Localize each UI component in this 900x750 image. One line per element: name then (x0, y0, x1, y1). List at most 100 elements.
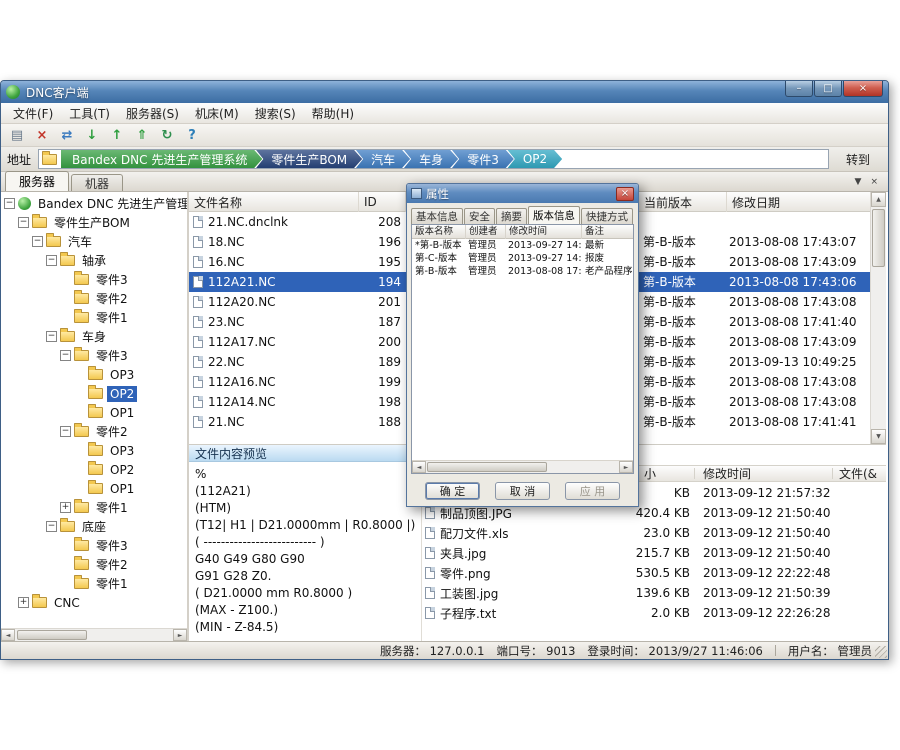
column-header-note[interactable]: 备注 (582, 225, 633, 239)
tree-item[interactable]: OP1 (1, 479, 187, 498)
scroll-up-icon[interactable]: ▲ (871, 192, 886, 207)
close-button[interactable]: × (843, 81, 883, 97)
tree-item[interactable]: OP1 (1, 403, 187, 422)
tree-expander-icon[interactable]: − (46, 331, 57, 342)
scroll-left-icon[interactable]: ◄ (412, 461, 426, 473)
version-row[interactable]: *第-B-版本管理员2013-09-27 14:...最新 (412, 239, 633, 252)
dialog-tab[interactable]: 基本信息 (411, 208, 463, 224)
menu-item[interactable]: 文件(F) (5, 103, 61, 124)
column-header-creator[interactable]: 创建者 (466, 225, 506, 239)
tree-expander-icon[interactable]: + (18, 597, 29, 608)
dialog-tab[interactable]: 版本信息 (528, 206, 580, 224)
tree-item[interactable]: 零件3 (1, 536, 187, 555)
tree-expander-icon[interactable]: − (32, 236, 43, 247)
scrollbar-thumb[interactable] (872, 209, 885, 267)
attachment-row[interactable]: 零件.png530.5 KB2013-09-12 22:22:48 (422, 563, 886, 583)
scrollbar-track[interactable] (426, 461, 619, 473)
tree-item[interactable]: −零件2 (1, 422, 187, 441)
tree-item[interactable]: 零件1 (1, 308, 187, 327)
breadcrumb-segment[interactable]: Bandex DNC 先进生产管理系统 (61, 149, 262, 169)
tree-expander-icon[interactable]: − (18, 217, 29, 228)
send-icon[interactable]: ⇑ (132, 126, 152, 145)
tree-item[interactable]: OP2 (1, 384, 187, 403)
tree-expander-icon[interactable]: − (60, 426, 71, 437)
breadcrumb-segment[interactable]: OP2 (507, 149, 562, 169)
tree-item[interactable]: −零件3 (1, 346, 187, 365)
scrollbar-track[interactable] (15, 629, 173, 641)
column-header-size[interactable]: 小 (644, 466, 656, 483)
download-icon[interactable]: ↓ (82, 126, 102, 145)
scroll-left-icon[interactable]: ◄ (1, 629, 15, 641)
attachment-row[interactable]: 工装图.jpg139.6 KB2013-09-12 21:50:39 (422, 583, 886, 603)
version-row[interactable]: 第-B-版本管理员2013-08-08 17:...老产品程序 (412, 265, 633, 278)
scroll-right-icon[interactable]: ► (173, 629, 187, 641)
breadcrumb-segment[interactable]: 车身 (403, 149, 458, 169)
menu-item[interactable]: 工具(T) (61, 103, 118, 124)
attachment-row[interactable]: 配刀文件.xls23.0 KB2013-09-12 21:50:40 (422, 523, 886, 543)
tree-item[interactable]: +CNC (1, 593, 187, 612)
transfer-icon[interactable]: ⇄ (57, 126, 77, 145)
tree-item[interactable]: OP2 (1, 460, 187, 479)
column-header-modified[interactable]: 修改时间 (703, 466, 751, 483)
delete-icon[interactable]: × (32, 126, 52, 145)
tree-expander-icon[interactable]: + (60, 502, 71, 513)
tree-item[interactable]: −轴承 (1, 251, 187, 270)
tree-item[interactable]: 零件1 (1, 574, 187, 593)
tree-item[interactable]: −零件生产BOM (1, 213, 187, 232)
menu-item[interactable]: 帮助(H) (304, 103, 362, 124)
tree-expander-icon[interactable]: − (46, 521, 57, 532)
scroll-right-icon[interactable]: ► (619, 461, 633, 473)
tree-item[interactable]: +零件1 (1, 498, 187, 517)
apply-button[interactable]: 应 用 (565, 482, 620, 500)
dialog-close-button[interactable]: × (616, 187, 634, 201)
scrollbar-thumb[interactable] (427, 462, 547, 472)
scroll-down-icon[interactable]: ▼ (871, 429, 886, 444)
minimize-button[interactable]: – (785, 81, 813, 97)
dialog-tab[interactable]: 安全 (464, 208, 495, 224)
attachment-row[interactable]: 夹具.jpg215.7 KB2013-09-12 21:50:40 (422, 543, 886, 563)
column-header-date[interactable]: 修改日期 (727, 192, 871, 212)
attachment-row[interactable]: 子程序.txt2.0 KB2013-09-12 22:26:28 (422, 603, 886, 623)
refresh-icon[interactable]: ↻ (157, 126, 177, 145)
ok-button[interactable]: 确 定 (425, 482, 480, 500)
breadcrumb-segment[interactable]: 汽车 (355, 149, 410, 169)
menu-item[interactable]: 搜索(S) (247, 103, 304, 124)
version-row[interactable]: 第-C-版本管理员2013-09-27 14:...报废 (412, 252, 633, 265)
tree-item[interactable]: OP3 (1, 365, 187, 384)
upload-icon[interactable]: ↑ (107, 126, 127, 145)
menu-item[interactable]: 服务器(S) (118, 103, 187, 124)
dialog-tab[interactable]: 快捷方式 (581, 208, 633, 224)
tab-list-dropdown-icon[interactable]: ▼ (855, 177, 862, 187)
tab-close-icon[interactable]: × (870, 177, 878, 187)
tree-item[interactable]: −汽车 (1, 232, 187, 251)
column-header-version[interactable]: 当前版本 (639, 192, 727, 212)
menu-item[interactable]: 机床(M) (187, 103, 247, 124)
column-header-file[interactable]: 文件(& (839, 466, 877, 483)
tree-expander-icon[interactable]: − (60, 350, 71, 361)
tree-item[interactable]: OP3 (1, 441, 187, 460)
tree-item[interactable]: 零件2 (1, 555, 187, 574)
column-header-id[interactable]: ID (359, 192, 406, 212)
tree-item[interactable]: −Bandex DNC 先进生产管理系统 (1, 194, 187, 213)
tree-expander-icon[interactable]: − (4, 198, 15, 209)
column-header-name[interactable]: 文件名称 (189, 192, 359, 212)
go-button[interactable]: 转到 (836, 149, 880, 170)
column-header-version-name[interactable]: 版本名称 (412, 225, 466, 239)
cancel-button[interactable]: 取 消 (495, 482, 550, 500)
breadcrumb-segment[interactable]: 零件3 (451, 149, 514, 169)
dialog-tab[interactable]: 摘要 (496, 208, 527, 224)
scrollbar-thumb[interactable] (17, 630, 87, 640)
tree-item[interactable]: 零件3 (1, 270, 187, 289)
help-icon[interactable]: ? (182, 126, 202, 145)
maximize-button[interactable]: □ (814, 81, 842, 97)
tree-item[interactable]: −底座 (1, 517, 187, 536)
program-icon[interactable]: ▤ (7, 126, 27, 145)
view-tab[interactable]: 机器 (71, 174, 123, 191)
resize-grip-icon[interactable] (875, 646, 887, 658)
tree-item[interactable]: 零件2 (1, 289, 187, 308)
tree-item[interactable]: −车身 (1, 327, 187, 346)
breadcrumb-segment[interactable]: 零件生产BOM (255, 149, 362, 169)
view-tab[interactable]: 服务器 (5, 171, 69, 191)
tree-expander-icon[interactable]: − (46, 255, 57, 266)
column-header-modified-time[interactable]: 修改时间 (506, 225, 582, 239)
